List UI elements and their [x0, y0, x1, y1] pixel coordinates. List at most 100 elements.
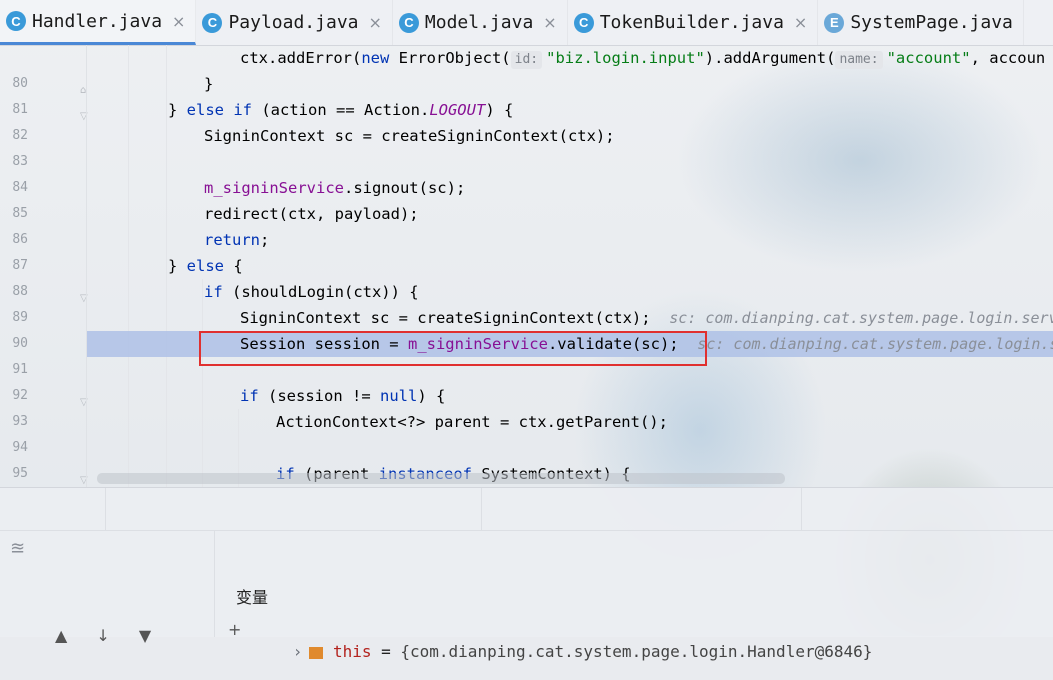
code-line: 95: [0, 435, 1053, 481]
code-line: 88 } else {: [0, 253, 1053, 299]
class-icon: C: [6, 11, 26, 31]
variable-name: this: [332, 642, 372, 661]
code-fragment: {: [224, 257, 243, 275]
code-fragment: .signout(sc);: [343, 179, 466, 197]
close-icon[interactable]: ×: [543, 13, 556, 32]
code-fragment: }: [168, 257, 187, 275]
tab-label: Handler.java: [32, 10, 163, 32]
code-fragment: ) {: [417, 387, 446, 405]
editor-tab-bar: C Handler.java × C Payload.java × C Mode…: [0, 0, 1053, 46]
class-icon: C: [398, 12, 419, 33]
code-area: if (shouldLogin(ctx)) {: [86, 279, 1053, 305]
code-fragment: }: [168, 101, 187, 119]
code-fragment: ) {: [485, 101, 514, 119]
code-fragment: ErrorObject(: [389, 49, 511, 67]
variable-row[interactable]: › this = {com.dianping.cat.system.page.lo…: [256, 623, 873, 680]
toolbar-cell: [105, 488, 482, 530]
keyword: else: [186, 257, 224, 275]
keyword: if: [240, 387, 259, 405]
add-watch-icon[interactable]: +: [228, 620, 241, 639]
code-fragment: , accoun: [970, 49, 1046, 67]
tab-label: Model.java: [424, 12, 534, 33]
code-line: 90 SigninContext sc = createSigninContex…: [0, 305, 1053, 351]
tab-label: Payload.java: [228, 12, 359, 33]
enum-icon: E: [824, 12, 845, 33]
code-line: 80 ctx.addError(new ErrorObject(id: "biz.…: [0, 45, 1053, 91]
keyword: return: [204, 231, 260, 249]
code-area: return;: [86, 227, 1053, 253]
variables-title: 变量: [236, 588, 269, 607]
keyword: else if: [186, 101, 252, 119]
code-area: SigninContext sc = createSigninContext(c…: [86, 123, 1053, 149]
tab-systempage-java[interactable]: E SystemPage.java: [818, 0, 1024, 45]
tab-model-java[interactable]: C Model.java ×: [393, 0, 568, 45]
code-text: if (shouldLogin(ctx)) {: [204, 279, 419, 305]
code-text: redirect(ctx, payload);: [204, 205, 419, 223]
code-fragment: (action == Action.: [252, 101, 430, 119]
code-line: 85 m_signinService.signout(sc);: [0, 175, 1053, 221]
code-fragment: (session !=: [258, 387, 380, 405]
debugger-toolbar: [0, 488, 1053, 531]
code-area: ActionContext<?> parent = ctx.getParent(…: [86, 409, 1053, 435]
code-line: 84: [0, 149, 1053, 195]
code-line: 83 SigninContext sc = createSigninContex…: [0, 123, 1053, 169]
annotation-highlight-box: [199, 331, 707, 366]
code-text: return;: [204, 227, 269, 253]
inline-debug-value: sc: com.dianping.cat.system.page.login.s…: [697, 335, 1053, 353]
class-icon: C: [573, 12, 594, 33]
class-icon: C: [202, 12, 223, 33]
code-area: }: [86, 71, 1053, 97]
code-fragment: ;: [260, 231, 270, 249]
code-fragment: SigninContext sc = createSigninContext(c…: [240, 309, 651, 327]
code-area: } else {: [86, 253, 1053, 279]
code-area: m_signinService.signout(sc);: [86, 175, 1053, 201]
frames-icon[interactable]: ≊: [10, 538, 25, 559]
code-text: ActionContext<?> parent = ctx.getParent(…: [276, 413, 668, 431]
expand-arrow-icon[interactable]: ›: [295, 642, 301, 661]
tab-payload-java[interactable]: C Payload.java ×: [196, 0, 393, 45]
code-area: if (session != null) {: [86, 383, 1053, 409]
code-fragment: ctx.addError(: [240, 49, 362, 67]
param-hint: id:: [510, 51, 543, 69]
code-fragment: (shouldLogin(ctx)) {: [222, 283, 419, 301]
field-icon: [308, 646, 323, 659]
keyword: new: [361, 49, 390, 67]
gutter-separator: [86, 45, 87, 487]
code-text: } else if (action == Action.LOGOUT) {: [168, 97, 513, 123]
code-line: 86 redirect(ctx, payload);: [0, 201, 1053, 247]
tab-label: TokenBuilder.java: [599, 12, 784, 33]
code-text: m_signinService.signout(sc);: [204, 175, 465, 201]
horizontal-scrollbar[interactable]: [97, 473, 785, 484]
code-text: ctx.addError(new ErrorObject(id: "biz.log…: [240, 45, 1045, 71]
keyword: if: [204, 283, 223, 301]
toolbar-cell: [0, 488, 106, 530]
string-literal: "biz.login.input": [546, 49, 705, 67]
code-line: 89 ▽ if (shouldLogin(ctx)) {: [0, 279, 1053, 325]
code-text: SigninContext sc = createSigninContext(c…: [204, 127, 615, 145]
code-editor[interactable]: 80 ctx.addError(new ErrorObject(id: "biz.…: [0, 45, 1053, 487]
field-reference: m_signinService: [204, 179, 344, 197]
close-icon[interactable]: ×: [794, 13, 807, 32]
code-line: 81 ⌂ }: [0, 71, 1053, 117]
code-line: 87 return;: [0, 227, 1053, 273]
code-line: 82 ▽ } else if (action == Action.LOGOUT)…: [0, 97, 1053, 143]
code-area: ctx.addError(new ErrorObject(id: "biz.log…: [86, 45, 1053, 71]
variable-equals: =: [371, 642, 401, 661]
code-text: SigninContext sc = createSigninContext(c…: [240, 305, 1053, 331]
tab-label: SystemPage.java: [850, 12, 1013, 33]
code-area: SigninContext sc = createSigninContext(c…: [86, 305, 1053, 331]
code-area: } else if (action == Action.LOGOUT) {: [86, 97, 1053, 123]
tab-tokenbuilder-java[interactable]: C TokenBuilder.java ×: [568, 0, 819, 45]
string-literal: "account": [886, 49, 971, 67]
param-hint: name:: [835, 51, 883, 69]
code-text: } else {: [168, 253, 243, 279]
close-icon[interactable]: ×: [172, 12, 185, 31]
inline-debug-value: sc: com.dianping.cat.system.page.login.s…: [669, 309, 1053, 327]
tab-handler-java[interactable]: C Handler.java ×: [0, 0, 197, 45]
close-icon[interactable]: ×: [369, 13, 382, 32]
code-fragment: ).addArgument(: [704, 49, 836, 67]
code-text: }: [204, 75, 214, 93]
debugger-panel: ≊ 变量 ▲ ↓ ▼ + › this = {com.dianping.cat.s…: [0, 487, 1053, 661]
variable-value: {com.dianping.cat.system.page.login.Hand…: [400, 642, 873, 661]
code-area: redirect(ctx, payload);: [86, 201, 1053, 227]
